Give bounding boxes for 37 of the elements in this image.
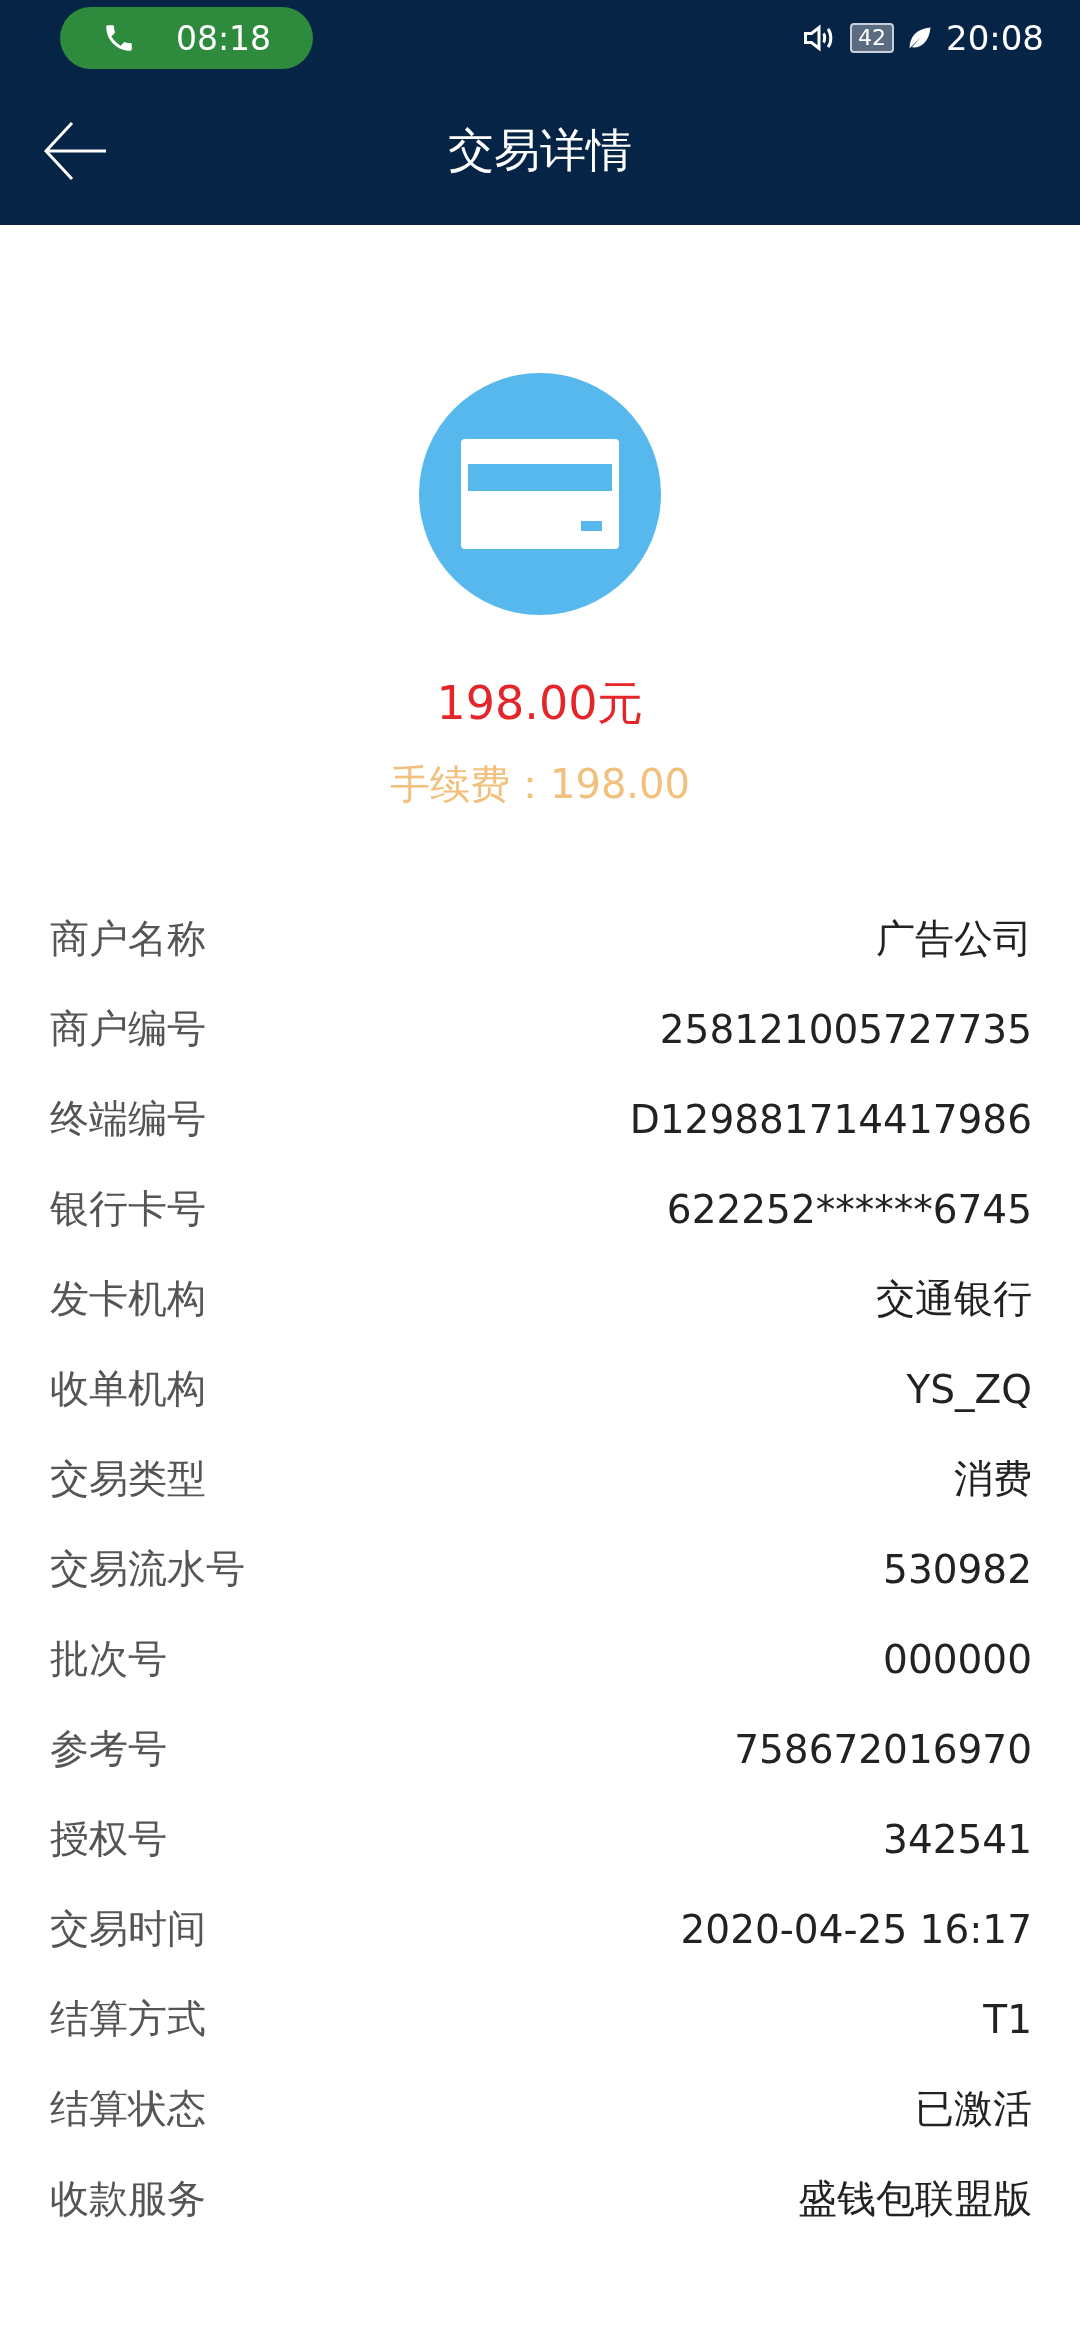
battery-indicator: 42 bbox=[850, 23, 894, 53]
amount-text: 198.00元 bbox=[436, 675, 644, 732]
fee-text: 手续费：198.00 bbox=[390, 760, 690, 809]
detail-label: 参考号 bbox=[50, 1725, 167, 1773]
detail-label: 交易类型 bbox=[50, 1455, 206, 1503]
call-indicator[interactable]: 08:18 bbox=[60, 7, 314, 69]
detail-value: T1 bbox=[983, 1996, 1032, 2042]
detail-label: 结算方式 bbox=[50, 1995, 206, 2043]
detail-label: 批次号 bbox=[50, 1635, 167, 1683]
detail-value: 已激活 bbox=[915, 2085, 1032, 2133]
detail-value: 交通银行 bbox=[876, 1275, 1032, 1323]
detail-label: 收单机构 bbox=[50, 1365, 206, 1413]
detail-label: 商户编号 bbox=[50, 1005, 206, 1053]
page-title: 交易详情 bbox=[448, 121, 632, 179]
detail-value: 000000 bbox=[883, 1636, 1032, 1682]
detail-value: 广告公司 bbox=[876, 915, 1032, 963]
detail-label: 交易流水号 bbox=[50, 1545, 245, 1593]
detail-label: 银行卡号 bbox=[50, 1185, 206, 1233]
detail-value: 758672016970 bbox=[734, 1726, 1032, 1772]
detail-value: YS_ZQ bbox=[906, 1366, 1032, 1412]
clock-time: 20:08 bbox=[946, 18, 1044, 58]
detail-value: 530982 bbox=[883, 1546, 1032, 1592]
detail-label: 商户名称 bbox=[50, 915, 206, 963]
detail-label: 结算状态 bbox=[50, 2085, 206, 2133]
detail-value: 258121005727735 bbox=[659, 1006, 1032, 1052]
detail-value: 342541 bbox=[883, 1816, 1032, 1862]
detail-value: 2020-04-25 16:17 bbox=[680, 1906, 1032, 1952]
detail-value: D129881714417986 bbox=[629, 1096, 1032, 1142]
detail-value: 消费 bbox=[954, 1455, 1032, 1503]
detail-label: 交易时间 bbox=[50, 1905, 206, 1953]
detail-value: 盛钱包联盟版 bbox=[798, 2175, 1032, 2223]
detail-label: 收款服务 bbox=[50, 2175, 206, 2223]
detail-label: 发卡机构 bbox=[50, 1275, 206, 1323]
bank-card-icon bbox=[419, 373, 661, 615]
detail-value: 622252******6745 bbox=[666, 1186, 1032, 1232]
detail-label: 终端编号 bbox=[50, 1095, 206, 1143]
detail-label: 授权号 bbox=[50, 1815, 167, 1863]
